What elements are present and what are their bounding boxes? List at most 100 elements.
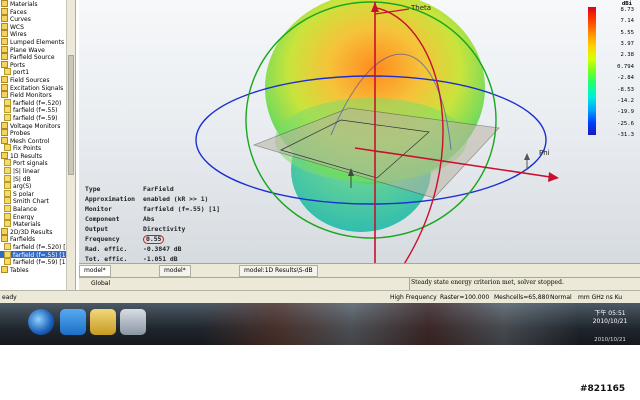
document-tab[interactable]: model*: [159, 265, 191, 277]
tree-item[interactable]: Curves: [0, 15, 75, 23]
folder-icon: [1, 129, 8, 137]
tree-item[interactable]: 2D/3D Results: [0, 227, 75, 235]
tree-item[interactable]: farfield (f=.520) [1]: [0, 243, 75, 251]
tree-item-label: S polar: [13, 190, 35, 198]
status-ready: eady: [2, 294, 17, 301]
tree-scrollbar[interactable]: [66, 0, 75, 290]
legend-tick: 7.14: [620, 18, 634, 25]
tree-item[interactable]: arg(S): [0, 182, 75, 190]
tree-node-icon: [4, 258, 11, 266]
legend-tick: -19.9: [617, 109, 634, 116]
tree-item[interactable]: Fix Points: [0, 144, 75, 152]
tree-item-label: Voltage Monitors: [10, 122, 61, 130]
tree-item[interactable]: port1: [0, 68, 75, 76]
tree-item[interactable]: farfield (f=.55): [0, 106, 75, 114]
tree-item-label: 1D Results: [10, 152, 43, 160]
global-label: Global: [91, 280, 111, 287]
tree-node-icon: [4, 144, 11, 152]
tree-item[interactable]: Energy: [0, 212, 75, 221]
tree-item[interactable]: Field Monitors: [0, 91, 75, 99]
tree-item[interactable]: Mesh Control: [0, 136, 75, 144]
tree-item-label: Lumped Elements: [10, 38, 65, 46]
tree-item-label: Curves: [10, 16, 31, 23]
tree-item-label: Wires: [10, 31, 27, 38]
legend-tick: -14.2: [617, 97, 634, 104]
tree-item[interactable]: Faces: [0, 7, 75, 15]
tree-item[interactable]: Wires: [0, 30, 75, 38]
tree-item[interactable]: Materials: [0, 0, 75, 8]
global-tab[interactable]: Global: [79, 278, 410, 290]
tree-item[interactable]: Probes: [0, 129, 75, 137]
tree-item-label: Fix Points: [13, 145, 42, 152]
tree-item-label: Field Monitors: [10, 92, 52, 99]
tree-node-icon: [4, 220, 11, 228]
skype-icon[interactable]: [60, 309, 86, 335]
document-tab[interactable]: model:1D Results\S-dB: [239, 265, 318, 277]
tree-item-label: Materials: [10, 1, 38, 8]
tree-item[interactable]: farfield (f=.520): [0, 98, 75, 106]
tree-item[interactable]: Farfields: [0, 235, 75, 243]
tree-item[interactable]: |S| linear: [0, 167, 75, 175]
tree-item[interactable]: Excitation Signals: [0, 83, 75, 91]
tree-item[interactable]: farfield (f=.59): [0, 113, 75, 122]
cst-app-icon[interactable]: [120, 309, 146, 335]
info-row: Output Directivity: [85, 224, 230, 234]
info-value: Abs: [143, 215, 155, 223]
tree-item[interactable]: Lumped Elements: [0, 37, 75, 46]
folder-icon: [1, 37, 8, 45]
legend-tick: -25.6: [617, 120, 634, 127]
folder-icon: [1, 265, 8, 273]
taskbar-clock[interactable]: 下午 05:51 2010/10/21: [585, 310, 635, 326]
tree-item[interactable]: WCS: [0, 22, 75, 31]
folder-icon: [1, 136, 8, 144]
tree-item-label: WCS: [10, 23, 24, 31]
legend-tick: 3.97: [620, 41, 634, 48]
tree-item-label: Energy: [13, 213, 35, 221]
tree-node-icon: [4, 68, 11, 76]
folder-icon[interactable]: [90, 309, 116, 335]
tree-item-label: Farfield Source: [10, 54, 55, 61]
tree-item-label: Field Sources: [10, 76, 50, 84]
info-key: Output: [85, 225, 109, 233]
folder-icon: [1, 151, 8, 159]
info-row: Frequency 0.55: [85, 234, 230, 244]
legend-tick: -31.3: [617, 132, 634, 138]
tree-item-label: farfield (f=.55) [1]: [13, 251, 68, 259]
tree-item[interactable]: Port signals: [0, 159, 75, 167]
start-orb-icon[interactable]: [28, 309, 54, 335]
tree-item[interactable]: Plane Wave: [0, 45, 75, 53]
tree-node-icon: [4, 98, 11, 106]
tree-item[interactable]: Field Sources: [0, 75, 75, 84]
tree-node-icon: [4, 106, 11, 114]
tree-item[interactable]: Balance: [0, 205, 75, 213]
scrollbar-thumb[interactable]: [68, 55, 74, 175]
tree-item[interactable]: Ports: [0, 60, 75, 68]
tree-item[interactable]: Smith Chart: [0, 197, 75, 205]
tree-item[interactable]: 1D Results: [0, 151, 75, 160]
tree-item[interactable]: Tables: [0, 265, 75, 273]
tree-item-label: |S| linear: [13, 168, 40, 175]
tree-item-label: Balance: [13, 206, 37, 213]
tree-node-icon: [4, 189, 11, 197]
info-key: Monitor: [85, 205, 112, 213]
phi-label: Phi: [539, 149, 550, 157]
tree-item[interactable]: farfield (f=.59) [1]: [0, 258, 75, 266]
info-key: Type: [85, 185, 101, 193]
legend-tick: 0.794: [617, 63, 634, 70]
folder-icon: [1, 7, 8, 15]
tree-item[interactable]: Materials: [0, 220, 75, 228]
tree-item[interactable]: |S| dB: [0, 174, 75, 182]
folder-icon: [1, 121, 8, 129]
tree-item[interactable]: Voltage Monitors: [0, 121, 75, 130]
clock-date: 2010/10/21: [592, 318, 628, 325]
legend-tick: -2.84: [617, 75, 634, 82]
tree-node-icon: [4, 159, 11, 167]
folder-icon: [1, 83, 8, 91]
tree-item-label: farfield (f=.59): [13, 114, 58, 122]
tree-item[interactable]: Farfield Source: [0, 53, 75, 61]
status-mode: Normal: [550, 294, 572, 301]
status-raster: Raster=100.000: [440, 294, 490, 301]
tree-item[interactable]: S polar: [0, 189, 75, 198]
tree-item[interactable]: farfield (f=.55) [1]: [0, 250, 75, 259]
document-tab[interactable]: model*: [79, 265, 111, 277]
